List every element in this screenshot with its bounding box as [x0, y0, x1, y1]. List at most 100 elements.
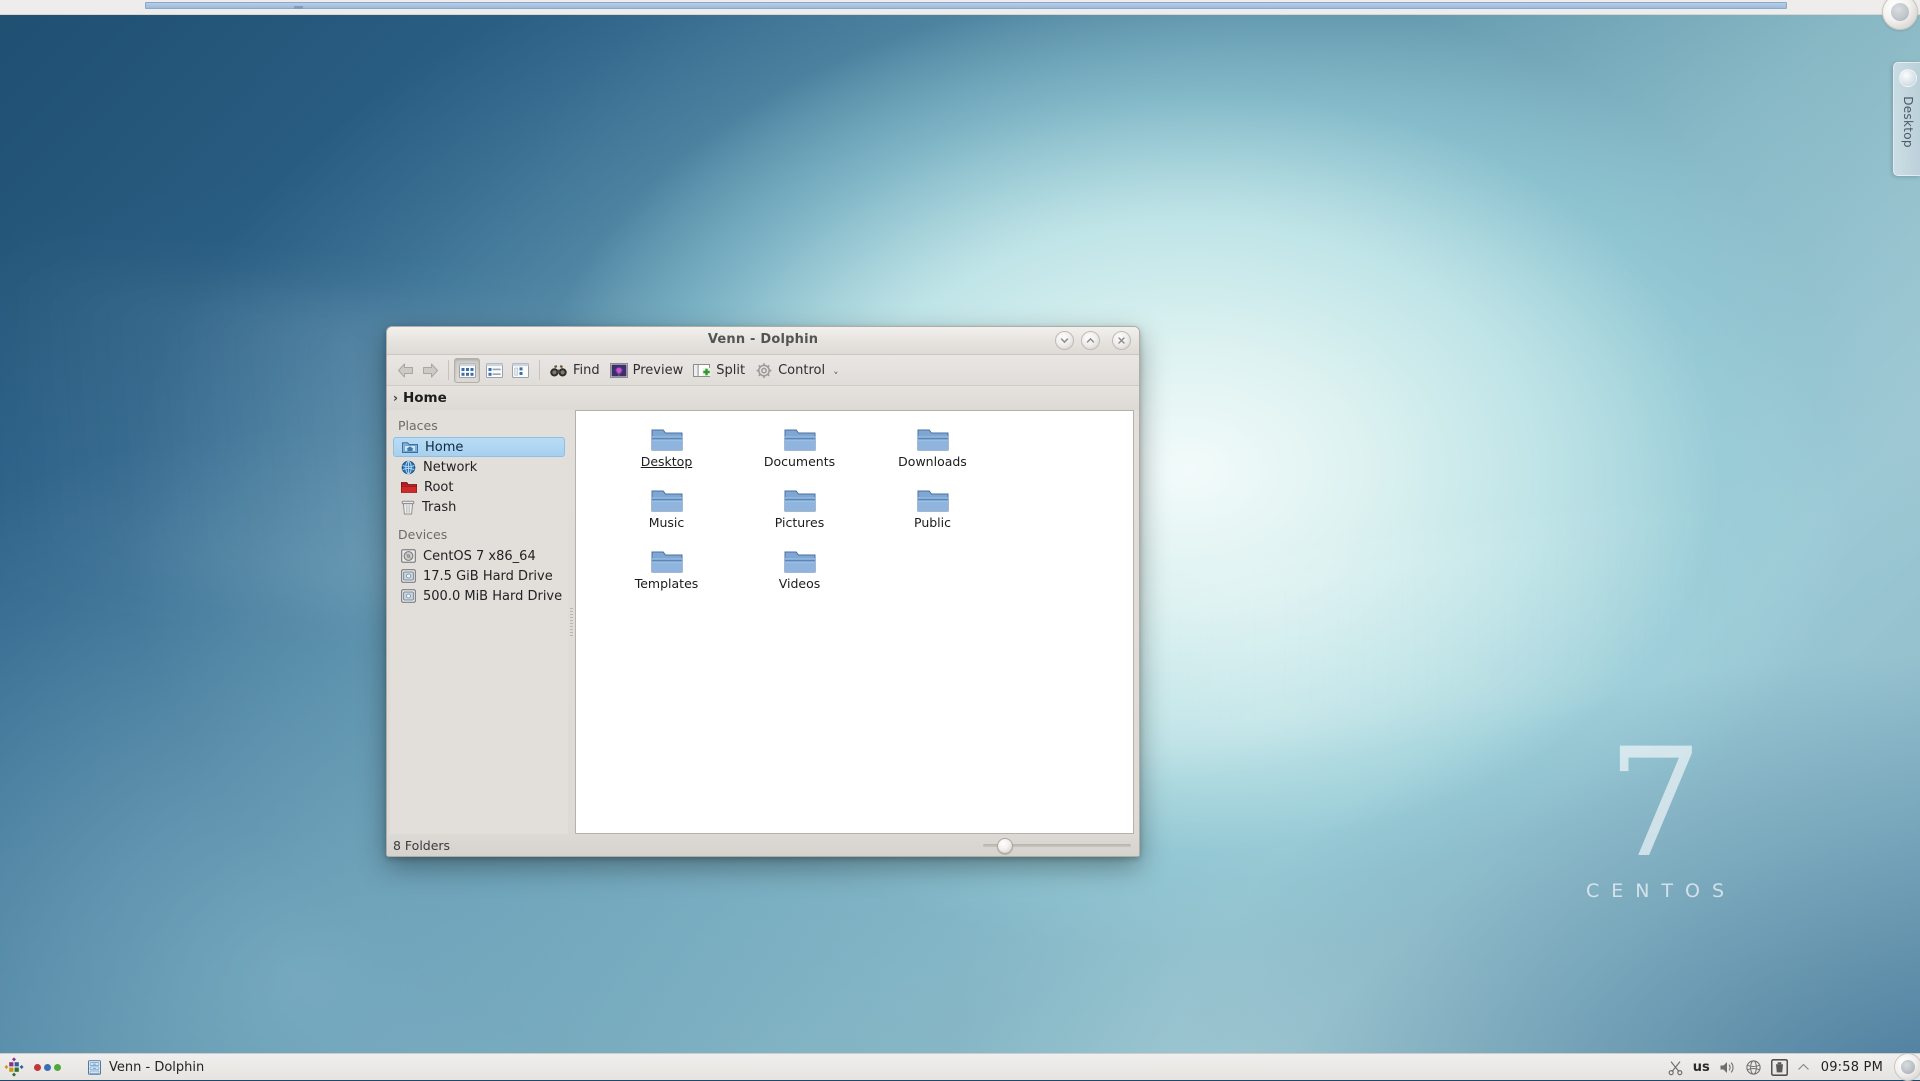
system-tray: us 09:58 PM [1667, 1053, 1920, 1081]
clipboard-icon[interactable] [1770, 1058, 1788, 1076]
view-mode-details-button[interactable] [508, 359, 532, 382]
folder-item-documents[interactable]: Documents [733, 425, 866, 486]
toolbar-separator-2 [539, 360, 540, 380]
folder-icon [651, 486, 683, 513]
taskbar-left: Venn - Dolphin [0, 1056, 214, 1078]
view-mode-icons-button[interactable] [454, 357, 480, 383]
show-hidden-icons-arrow-icon[interactable] [1797, 1062, 1810, 1072]
places-heading: Places [398, 418, 438, 433]
taskbar-orb-glyph [1901, 1060, 1915, 1074]
desktop-activity-tab[interactable]: Desktop [1893, 62, 1920, 176]
folder-icon-grid: Desktop Documents Downloads Music Pictur… [576, 411, 1133, 608]
folder-item-downloads[interactable]: Downloads [866, 425, 999, 486]
place-item-root[interactable]: Root [393, 477, 565, 497]
keyboard-layout-indicator[interactable]: us [1693, 1060, 1710, 1075]
trash-icon [401, 500, 415, 515]
centos-logo-icon[interactable] [4, 1057, 24, 1077]
taskbar-toolbox-orb[interactable] [1894, 1053, 1920, 1081]
find-button[interactable]: Find [545, 356, 606, 384]
pager-widget[interactable] [30, 1063, 65, 1071]
folder-label: Desktop [640, 454, 693, 469]
folder-label: Documents [763, 454, 836, 469]
dolphin-window[interactable]: Venn - Dolphin Find Preview Split Contro… [386, 326, 1140, 857]
top-panel-grip[interactable] [294, 6, 303, 9]
find-button-label: Find [573, 362, 600, 378]
window-buttons [1055, 331, 1131, 350]
pager-dot-1[interactable] [34, 1063, 41, 1071]
task-button-dolphin[interactable]: Venn - Dolphin [81, 1056, 214, 1078]
split-view-icon [693, 362, 711, 379]
place-item-network[interactable]: Network [393, 457, 565, 477]
forward-button[interactable] [418, 358, 443, 382]
folder-item-pictures[interactable]: Pictures [733, 486, 866, 547]
breadcrumb-path[interactable]: Home [403, 390, 447, 406]
hard-drive-icon [401, 569, 416, 583]
close-button[interactable] [1112, 331, 1131, 350]
place-item-home[interactable]: Home [393, 437, 565, 457]
window-titlebar[interactable]: Venn - Dolphin [387, 327, 1139, 355]
device-item-hd-17gib[interactable]: 17.5 GiB Hard Drive [393, 566, 565, 586]
top-panel [0, 0, 1920, 15]
home-folder-icon [402, 440, 418, 454]
maximize-button[interactable] [1081, 331, 1100, 350]
volume-icon[interactable] [1719, 1060, 1736, 1075]
file-view-pane[interactable]: Desktop Documents Downloads Music Pictur… [575, 410, 1134, 834]
folder-item-desktop[interactable]: Desktop [600, 425, 733, 486]
folder-icon [784, 425, 816, 452]
folder-item-videos[interactable]: Videos [733, 547, 866, 608]
pager-dot-2[interactable] [44, 1063, 51, 1071]
control-button-label: Control [778, 362, 826, 378]
binoculars-icon [549, 362, 568, 379]
zoom-slider-handle[interactable] [997, 838, 1013, 854]
gear-icon [755, 362, 773, 379]
image-preview-icon [609, 362, 628, 379]
split-button-label: Split [716, 362, 746, 378]
back-button[interactable] [393, 358, 418, 382]
split-button[interactable]: Split [689, 356, 751, 384]
hard-drive-icon [401, 589, 416, 603]
folder-item-public[interactable]: Public [866, 486, 999, 547]
folder-label: Videos [778, 576, 821, 591]
status-bar: 8 Folders [387, 834, 1139, 856]
device-item-label: 17.5 GiB Hard Drive [423, 568, 553, 584]
place-item-label: Network [423, 459, 478, 475]
device-item-hd-500mib[interactable]: 500.0 MiB Hard Drive [393, 586, 565, 606]
clock[interactable]: 09:58 PM [1819, 1060, 1885, 1075]
optical-disc-icon [401, 549, 416, 563]
splitter-grip [570, 608, 573, 636]
preview-button-label: Preview [632, 362, 684, 378]
dolphin-toolbar: Find Preview Split Control ˅ [387, 355, 1139, 386]
breadcrumb-arrow-icon: › [393, 391, 398, 405]
minimize-button[interactable] [1055, 331, 1074, 350]
klipper-icon[interactable] [1667, 1059, 1684, 1076]
folder-item-templates[interactable]: Templates [600, 547, 733, 608]
zoom-slider[interactable] [983, 838, 1131, 854]
network-icon[interactable] [1745, 1059, 1762, 1076]
panel-splitter[interactable] [568, 410, 575, 834]
toolbar-separator-1 [448, 360, 449, 380]
taskbar: Venn - Dolphin us 09:58 PM [0, 1053, 1920, 1081]
folder-icon [917, 425, 949, 452]
folder-icon [651, 547, 683, 574]
folder-icon [651, 425, 683, 452]
device-item-label: CentOS 7 x86_64 [423, 548, 536, 564]
folder-label: Templates [634, 576, 699, 591]
toolbar-overflow-chevron-down-icon[interactable]: ˅ [833, 370, 839, 385]
folder-label: Public [914, 515, 951, 530]
folder-label: Downloads [898, 454, 967, 469]
folder-item-music[interactable]: Music [600, 486, 733, 547]
task-button-label: Venn - Dolphin [109, 1059, 205, 1075]
preview-button[interactable]: Preview [606, 356, 690, 384]
folder-icon [917, 486, 949, 513]
window-body: Places Home Network Root Trash Devices C… [387, 410, 1139, 834]
toolbox-orb-glyph [1891, 3, 1909, 21]
folder-icon [784, 486, 816, 513]
desktop-tab-label: Desktop [1901, 96, 1915, 148]
breadcrumb[interactable]: › Home [387, 386, 1139, 410]
control-button[interactable]: Control [751, 356, 831, 384]
top-panel-blue-bar [145, 2, 1787, 9]
view-mode-compact-button[interactable] [482, 359, 506, 382]
pager-dot-3[interactable] [54, 1063, 61, 1071]
device-item-centos[interactable]: CentOS 7 x86_64 [393, 546, 565, 566]
place-item-trash[interactable]: Trash [393, 497, 565, 517]
